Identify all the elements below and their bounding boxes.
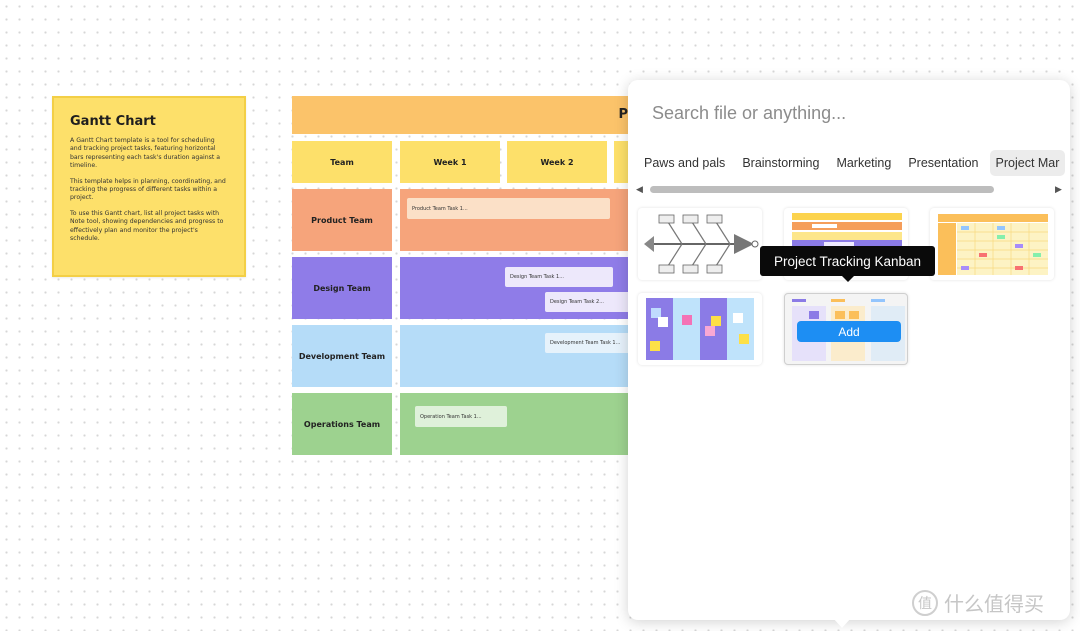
template-tooltip: Project Tracking Kanban [760,246,935,282]
sticky-board-thumbnail [646,298,754,360]
category-scrollbar[interactable] [650,186,994,193]
task-card[interactable]: Design Team Task 2... [545,292,632,312]
gantt-description-note[interactable]: Gantt Chart A Gantt Chart template is a … [52,96,246,277]
category-tab-brainstorming[interactable]: Brainstorming [736,150,825,176]
note-title: Gantt Chart [70,114,156,129]
template-card-sticky-board[interactable] [638,293,762,365]
template-card-grid-planner[interactable] [930,208,1054,280]
template-search-panel: Paws and palsBrainstormingMarketingPrese… [628,80,1070,628]
header-team: Team [292,141,392,183]
header-week-1: Week 1 [400,141,500,183]
scroll-left-icon[interactable]: ◀ [636,184,643,195]
gantt-board[interactable]: P Team Week 1 Week 2 Product Team Produc… [292,96,632,456]
panel-pointer [833,618,851,628]
task-card[interactable]: Operation Team Task 1... [415,406,507,427]
watermark-logo-icon: 值 [912,589,938,616]
category-tab-marketing[interactable]: Marketing [830,150,897,176]
grid-thumbnail [938,214,1048,275]
watermark-text: 什么值得买 [944,592,1044,616]
note-paragraph-3: To use this Gantt chart, list all projec… [70,209,224,243]
row-label-development: Development Team [292,325,392,387]
row-label-design: Design Team [292,257,392,319]
gantt-title-bar: P [292,96,632,134]
category-tab-paws-and-pals[interactable]: Paws and pals [638,150,731,176]
task-card[interactable]: Design Team Task 1... [505,267,613,287]
category-tabs: Paws and pals Brainstorming Marketing Prese… [638,150,1070,176]
site-watermark: 值 什么值得买 [912,588,1044,617]
category-tab-presentation[interactable]: Presentation [902,150,984,176]
fishbone-thumbnail [644,214,759,274]
note-paragraph-1: A Gantt Chart template is a tool for sch… [70,137,221,170]
category-tab-project-management[interactable]: Project Mar [989,150,1066,176]
header-week-2: Week 2 [507,141,607,183]
row-label-operations: Operations Team [292,393,392,455]
search-input[interactable] [652,100,1052,126]
task-card[interactable]: Product Team Task 1... [407,198,610,219]
gantt-title: P [618,107,628,122]
add-template-button[interactable]: Add [797,321,901,342]
template-card-fishbone[interactable] [638,208,762,280]
scroll-right-icon[interactable]: ▶ [1055,184,1062,195]
note-paragraph-2: This template helps in planning, coordin… [70,177,226,202]
template-card-project-tracking-kanban[interactable]: Add [784,293,908,365]
task-card[interactable]: Development Team Task 1... [545,333,632,353]
row-label-product: Product Team [292,189,392,251]
